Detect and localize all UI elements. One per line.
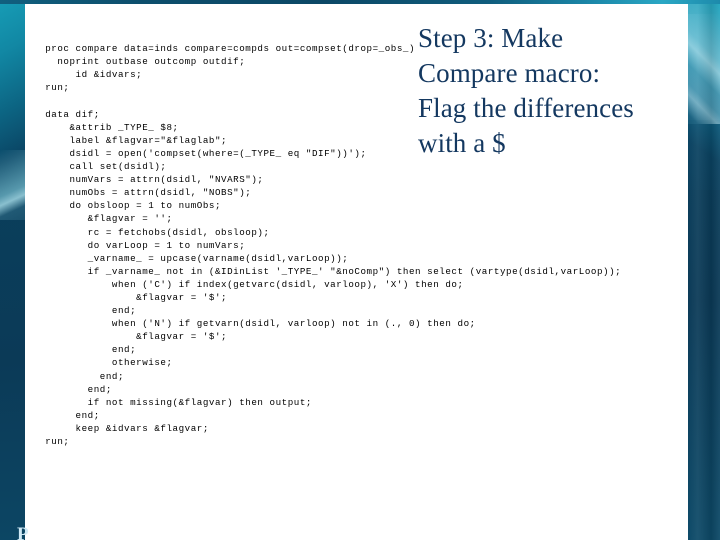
footer-page-letter: P	[17, 524, 29, 540]
slide-content-area: proc compare data=inds compare=compds ou…	[25, 4, 688, 540]
slide-title: Step 3: Make Compare macro: Flag the dif…	[418, 23, 634, 159]
decoration-right-band	[688, 0, 720, 540]
slide: proc compare data=inds compare=compds ou…	[0, 0, 720, 540]
